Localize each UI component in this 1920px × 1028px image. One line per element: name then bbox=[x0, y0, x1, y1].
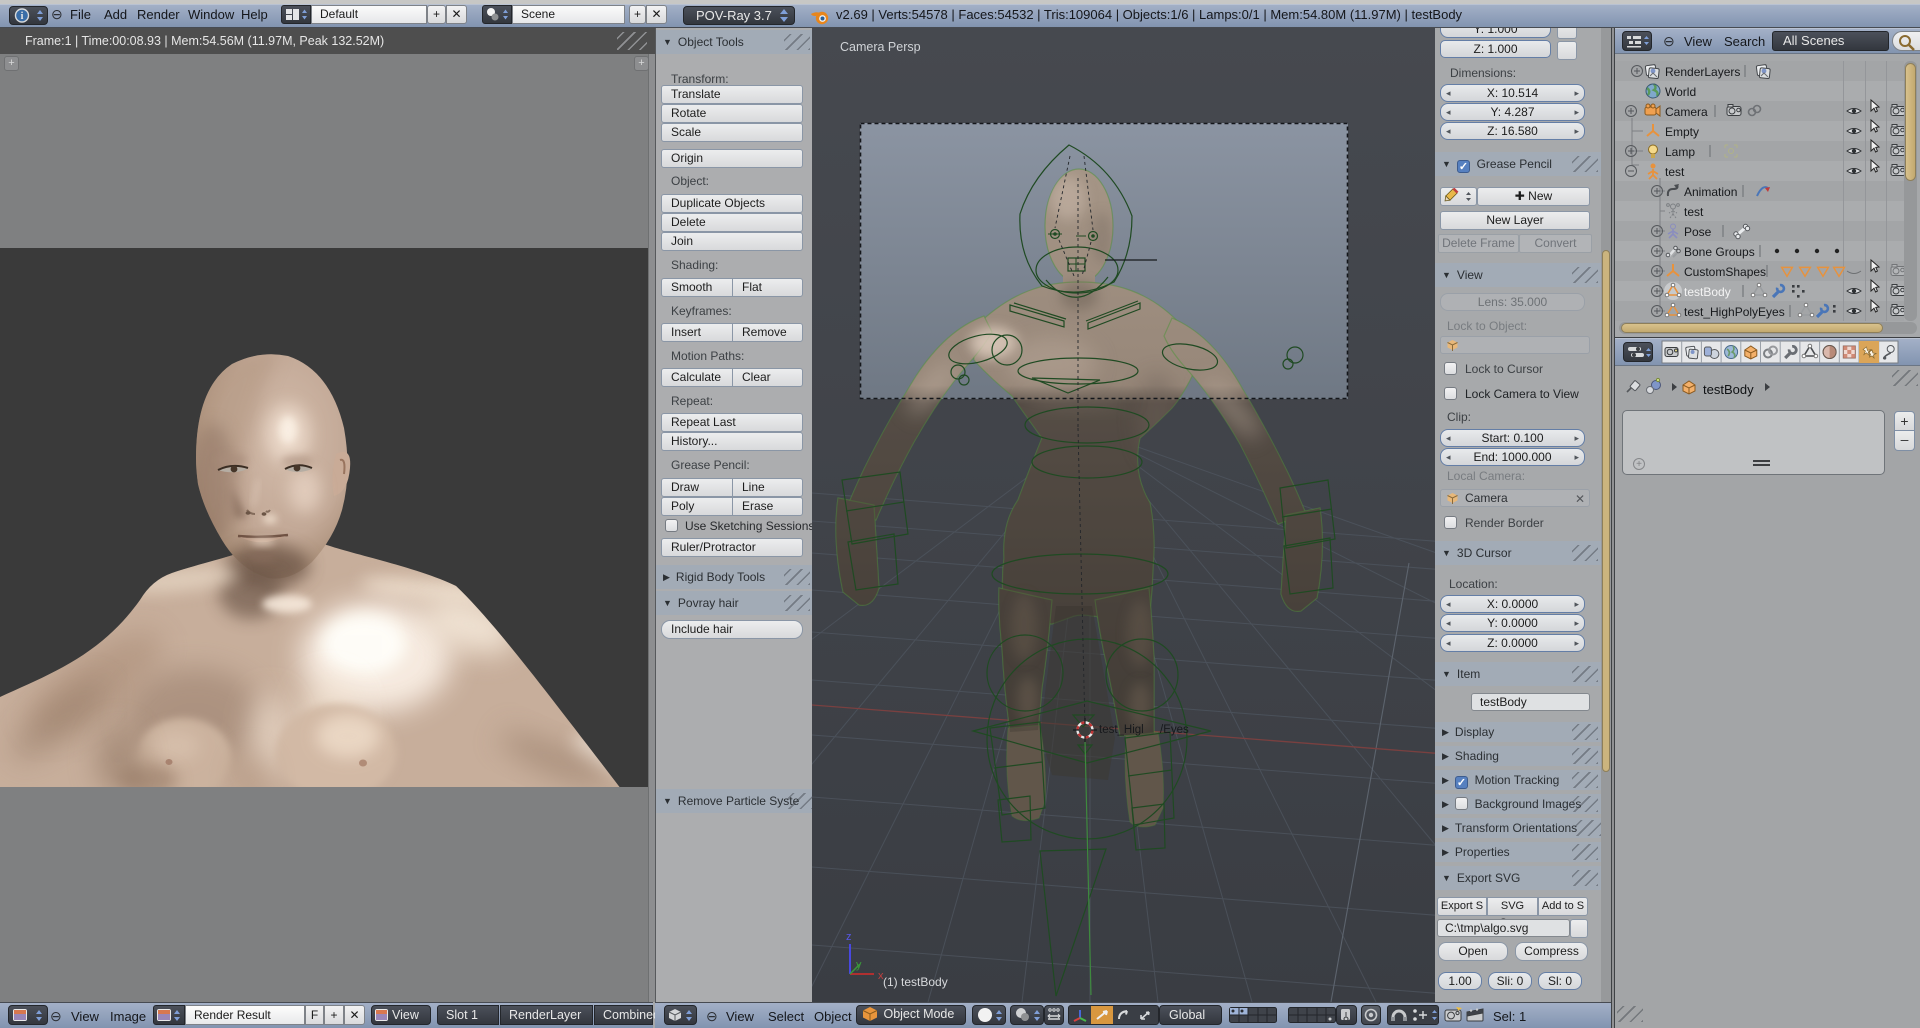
svg-text:i: i bbox=[21, 11, 24, 22]
svg-text:z: z bbox=[846, 931, 852, 943]
svg-text:/Eyes: /Eyes bbox=[1160, 724, 1189, 736]
svg-text:(1) testBody: (1) testBody bbox=[883, 975, 948, 989]
svg-text:test_Higl: test_Higl bbox=[1099, 724, 1144, 736]
svg-text:Camera Persp: Camera Persp bbox=[840, 40, 921, 54]
svg-text:x: x bbox=[878, 970, 884, 982]
